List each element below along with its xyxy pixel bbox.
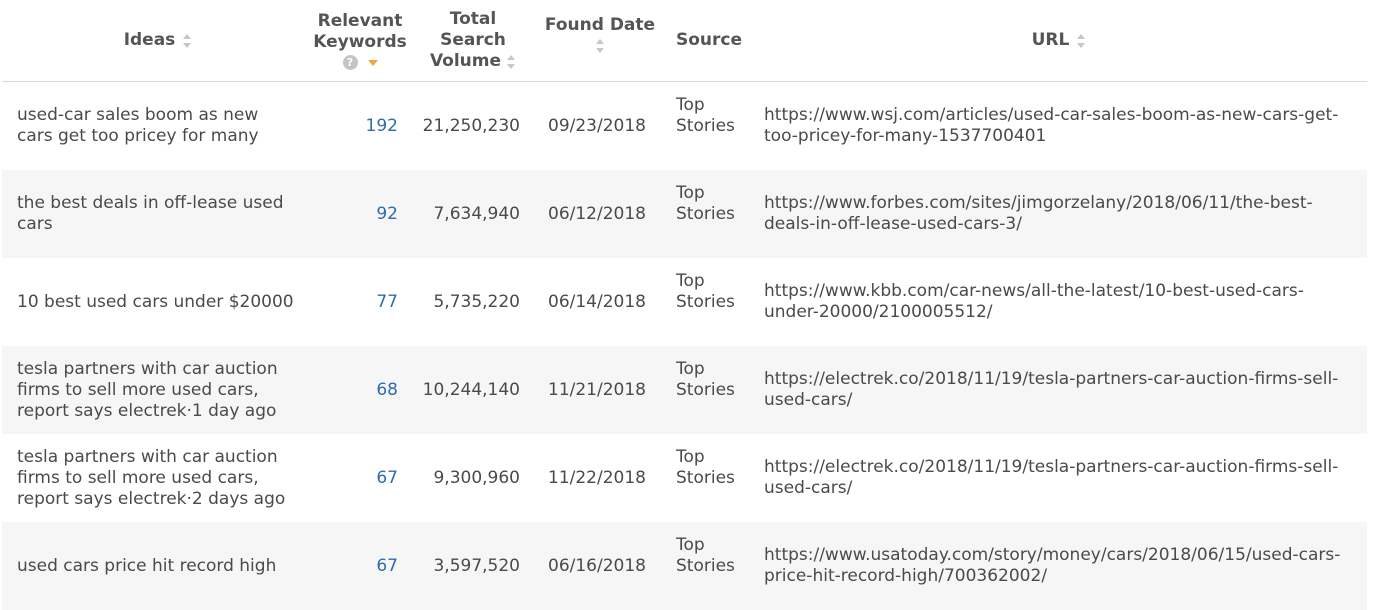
idea-cell: the best deals in off-lease used cars bbox=[17, 193, 284, 234]
column-header-relevant-keywords[interactable]: Relevant Keywords ? bbox=[307, 0, 413, 81]
source-cell: Top Stories bbox=[676, 447, 735, 488]
column-header-keywords-line1: Relevant bbox=[317, 11, 403, 31]
found-date-cell: 06/14/2018 bbox=[548, 291, 646, 312]
found-date-cell: 06/16/2018 bbox=[548, 555, 646, 576]
idea-cell: tesla partners with car auction firms to… bbox=[17, 358, 278, 421]
search-volume-cell: 7,634,940 bbox=[433, 203, 520, 224]
sort-descending-icon[interactable] bbox=[367, 59, 378, 66]
search-volume-cell: 9,300,960 bbox=[433, 467, 520, 488]
idea-cell: used cars price hit record high bbox=[17, 555, 277, 576]
column-header-volume-line3: Volume bbox=[429, 51, 502, 71]
relevant-keywords-link[interactable]: 192 bbox=[298, 82, 398, 170]
column-header-volume-line2: Search bbox=[440, 30, 506, 50]
idea-cell: 10 best used cars under $20000 bbox=[17, 291, 294, 312]
column-header-found-date-label: Found Date bbox=[544, 15, 656, 35]
column-header-keywords-line2: Keywords bbox=[313, 32, 407, 52]
search-volume-cell: 21,250,230 bbox=[422, 115, 520, 136]
sort-icon[interactable] bbox=[1077, 33, 1086, 48]
found-date-cell: 11/21/2018 bbox=[548, 379, 646, 400]
table-row[interactable]: 10 best used cars under $20000 77 5,735,… bbox=[2, 258, 1367, 346]
table-row[interactable]: tesla partners with car auction firms to… bbox=[2, 346, 1367, 434]
url-cell: https://www.kbb.com/car-news/all-the-lat… bbox=[764, 281, 1304, 322]
source-cell: Top Stories bbox=[676, 95, 735, 136]
table-row[interactable]: used-car sales boom as new cars get too … bbox=[2, 82, 1367, 170]
ideas-table: Ideas Relevant Keywords ? Total Search V… bbox=[2, 0, 1367, 610]
found-date-cell: 09/23/2018 bbox=[548, 115, 646, 136]
column-header-volume-line1: Total bbox=[449, 9, 497, 29]
url-cell: https://electrek.co/2018/11/19/tesla-par… bbox=[764, 369, 1339, 410]
idea-cell: used-car sales boom as new cars get too … bbox=[17, 105, 259, 146]
column-header-url-label: URL bbox=[1031, 30, 1070, 50]
sort-icon[interactable] bbox=[183, 33, 192, 48]
table-row[interactable]: tesla partners with car auction firms to… bbox=[2, 434, 1367, 522]
table-body: used-car sales boom as new cars get too … bbox=[2, 82, 1367, 610]
url-cell: https://www.usatoday.com/story/money/car… bbox=[764, 545, 1341, 586]
source-cell: Top Stories bbox=[676, 359, 735, 400]
column-header-found-date[interactable]: Found Date bbox=[542, 0, 658, 81]
help-icon[interactable]: ? bbox=[342, 55, 358, 70]
column-header-source-label: Source bbox=[676, 30, 743, 50]
sort-icon[interactable] bbox=[507, 54, 516, 69]
relevant-keywords-link[interactable]: 77 bbox=[298, 258, 398, 346]
table-row[interactable]: used cars price hit record high 67 3,597… bbox=[2, 522, 1367, 610]
column-header-url[interactable]: URL bbox=[764, 0, 1354, 81]
column-header-source: Source bbox=[676, 0, 756, 81]
relevant-keywords-link[interactable]: 68 bbox=[298, 346, 398, 434]
relevant-keywords-link[interactable]: 67 bbox=[298, 434, 398, 522]
url-cell: https://www.wsj.com/articles/used-car-sa… bbox=[764, 105, 1339, 146]
found-date-cell: 06/12/2018 bbox=[548, 203, 646, 224]
column-header-ideas[interactable]: Ideas bbox=[17, 0, 299, 81]
source-cell: Top Stories bbox=[676, 535, 735, 576]
relevant-keywords-link[interactable]: 67 bbox=[298, 522, 398, 610]
search-volume-cell: 3,597,520 bbox=[433, 555, 520, 576]
search-volume-cell: 5,735,220 bbox=[433, 291, 520, 312]
source-cell: Top Stories bbox=[676, 183, 735, 224]
sort-icon[interactable] bbox=[595, 39, 605, 53]
table-header: Ideas Relevant Keywords ? Total Search V… bbox=[2, 0, 1367, 82]
idea-cell: tesla partners with car auction firms to… bbox=[17, 446, 286, 509]
url-cell: https://www.forbes.com/sites/jimgorzelan… bbox=[764, 193, 1313, 234]
source-cell: Top Stories bbox=[676, 271, 735, 312]
column-header-total-search-volume[interactable]: Total Search Volume bbox=[420, 0, 526, 81]
search-volume-cell: 10,244,140 bbox=[422, 379, 520, 400]
column-header-ideas-label: Ideas bbox=[123, 30, 176, 50]
found-date-cell: 11/22/2018 bbox=[548, 467, 646, 488]
relevant-keywords-link[interactable]: 92 bbox=[298, 170, 398, 258]
url-cell: https://electrek.co/2018/11/19/tesla-par… bbox=[764, 457, 1339, 498]
table-row[interactable]: the best deals in off-lease used cars 92… bbox=[2, 170, 1367, 258]
